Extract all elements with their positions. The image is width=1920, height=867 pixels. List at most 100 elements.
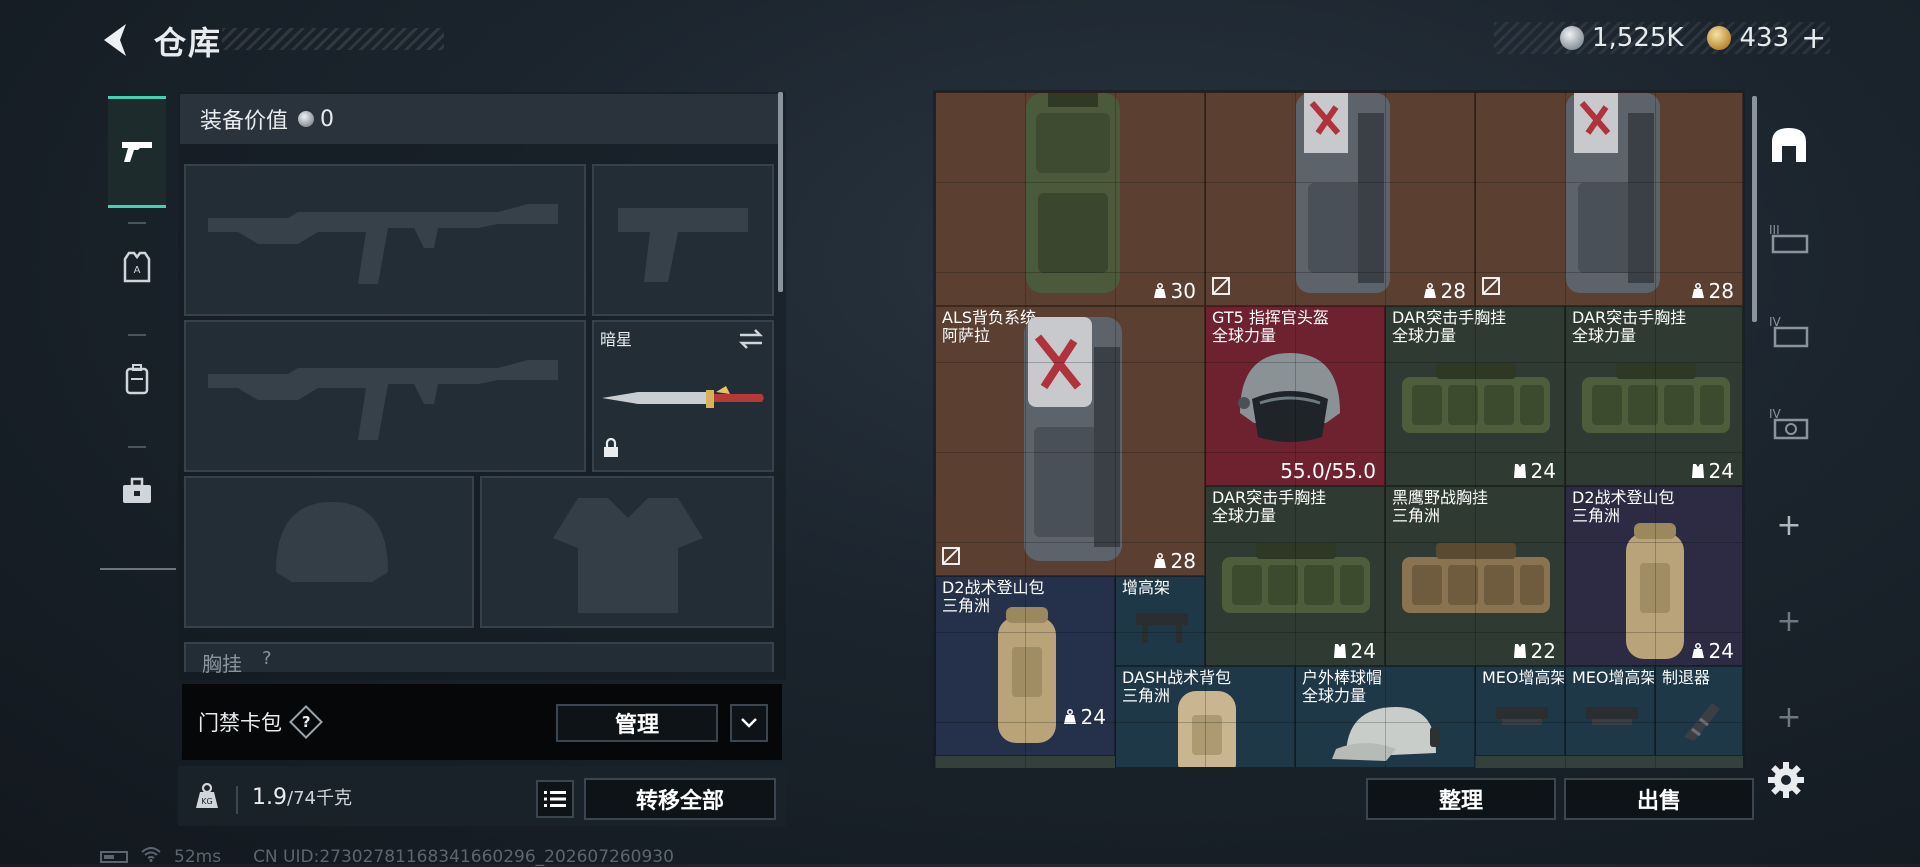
item-stat: 28 [1153, 549, 1196, 573]
keycard-label: 门禁卡包 [198, 711, 282, 735]
helmet-slot[interactable] [184, 476, 474, 628]
equipment-value-label: 装备价值 [200, 109, 289, 134]
stash-tab-4[interactable]: IV [1760, 290, 1818, 370]
primary-weapon-slot[interactable] [184, 164, 586, 316]
item-stat: 28 [1691, 279, 1734, 303]
rifle-silhouette-icon [208, 360, 558, 440]
tactical-backpack-icon [1566, 93, 1660, 293]
loadout-category-nav: A [100, 86, 176, 570]
swap-icon[interactable] [738, 328, 764, 354]
add-stash-tab-button[interactable]: + [1774, 700, 1804, 735]
no-insurance-icon [1482, 277, 1500, 299]
helmet-silhouette-icon [276, 502, 388, 582]
page-title: 仓库 [154, 24, 223, 62]
stash-item-als-backpack[interactable]: ALS背负系统 阿萨拉 28 [935, 306, 1205, 576]
nav-backpack-tab[interactable] [108, 326, 166, 436]
nav-weapons-tab[interactable] [108, 96, 166, 208]
stash-item-gt5-helmet[interactable]: GT5 指挥官头盔 全球力量 55.0/55.0 [1205, 306, 1385, 486]
cap-icon [1332, 707, 1440, 761]
stash-item-meo-riser[interactable]: MEO增高架 [1475, 666, 1565, 756]
weight-current: 1.9 [252, 785, 287, 810]
item-stat: 24 [1691, 459, 1734, 483]
item-stat: 28 [1423, 279, 1466, 303]
weight-icon [1423, 283, 1436, 298]
transfer-all-button[interactable]: 转移全部 [584, 778, 776, 820]
sidearm-slot[interactable] [592, 164, 774, 316]
item-stat: 22 [1513, 639, 1556, 663]
item-stat: 24 [1691, 639, 1734, 663]
armor-slot[interactable] [480, 476, 774, 628]
pistol-silhouette-icon [618, 208, 748, 282]
silver-currency-amount: 1,525K [1592, 23, 1684, 53]
item-stat: 24 [1063, 705, 1106, 729]
stash-tab-main[interactable] [1760, 104, 1818, 184]
chest-rig-icon [1402, 543, 1550, 613]
stash-home-icon [1772, 128, 1806, 162]
duffel-backpack-icon [998, 607, 1056, 743]
add-currency-button[interactable]: + [1801, 21, 1826, 56]
weight-icon [1063, 709, 1076, 724]
weight-icon [1691, 283, 1704, 298]
tactical-backpack-icon [1026, 93, 1120, 293]
no-insurance-icon [1212, 277, 1230, 299]
manage-button[interactable]: 管理 [556, 704, 718, 742]
chest-rig-slot[interactable]: 胸挂 ? [184, 642, 774, 676]
vest-icon [1513, 464, 1526, 478]
vest-icon [1691, 464, 1704, 478]
stash-item-backpack-green[interactable]: 30 [935, 92, 1205, 306]
stash-tab-4-alt[interactable]: IV [1760, 382, 1818, 462]
stash-item-d2-backpack[interactable]: D2战术登山包 三角洲 24 [935, 576, 1115, 756]
chest-rig-icon [1402, 363, 1550, 433]
stash-item-backpack-grey[interactable]: 28 [1205, 92, 1475, 306]
keycard-dropdown-button[interactable] [730, 704, 768, 742]
stash-item-meo-riser[interactable]: MEO增高架 [1565, 666, 1655, 756]
stash-item-d2-backpack[interactable]: D2战术登山包 三角洲 24 [1565, 486, 1743, 666]
stash-item-dar-chest-rig[interactable]: DAR突击手胸挂 全球力量 24 [1385, 306, 1565, 486]
currency-display: 1,525K 433 + [1494, 21, 1830, 56]
item-name: MEO增高架 [1572, 668, 1655, 687]
add-stash-tab-button[interactable]: + [1774, 604, 1804, 639]
vest-icon [1333, 644, 1346, 658]
weight-icon [1153, 283, 1166, 298]
item-stat: 24 [1333, 639, 1376, 663]
chest-rig-icon [1222, 543, 1370, 613]
no-insurance-icon [942, 547, 960, 569]
weight-readout: 1.9/74千克 [252, 784, 352, 810]
stash-item-dar-chest-rig[interactable]: DAR突击手胸挂 全球力量 24 [1565, 306, 1743, 486]
item-name: DAR突击手胸挂 全球力量 [1392, 308, 1507, 345]
toolbox-icon [121, 477, 153, 509]
stash-tab-3[interactable]: III [1760, 198, 1818, 278]
sell-button[interactable]: 出售 [1564, 778, 1754, 820]
item-stat: 24 [1513, 459, 1556, 483]
stash-item-dar-chest-rig[interactable]: DAR突击手胸挂 全球力量 24 [1205, 486, 1385, 666]
help-icon[interactable]: ? [289, 705, 323, 739]
stash-item-dash-backpack[interactable]: DASH战术背包 三角洲 [1115, 666, 1295, 768]
stash-scrollbar[interactable] [1752, 96, 1757, 322]
weight-icon: KG [194, 782, 220, 814]
item-name: 增高架 [1122, 578, 1171, 597]
item-name: GT5 指挥官头盔 全球力量 [1212, 308, 1329, 345]
melee-slot[interactable]: 暗星 [592, 320, 774, 472]
stash-item-riser[interactable]: 增高架 [1115, 576, 1205, 666]
settings-gear-icon[interactable] [1766, 760, 1806, 800]
battery-icon [100, 850, 128, 863]
nav-toolbox-tab[interactable] [108, 438, 166, 548]
add-stash-tab-button[interactable]: + [1774, 508, 1804, 543]
secondary-weapon-slot[interactable] [184, 320, 586, 472]
nav-armor-tab[interactable]: A [108, 214, 166, 324]
stash-item-muzzle-brake[interactable]: 制退器 [1655, 666, 1743, 756]
back-arrow-icon[interactable] [98, 20, 132, 60]
help-icon[interactable]: ? [262, 648, 272, 669]
stash-item-blackhawk-chest-rig[interactable]: 黑鹰野战胸挂 三角洲 22 [1385, 486, 1565, 666]
stash-item-backpack-grey[interactable]: 28 [1475, 92, 1743, 306]
item-name: 制退器 [1662, 668, 1711, 687]
equipment-value-bar: 装备价值 0 [180, 94, 778, 144]
knife-icon [602, 386, 764, 408]
lock-icon [602, 437, 620, 462]
list-view-button[interactable] [536, 780, 574, 818]
loadout-scrollbar[interactable] [778, 92, 783, 292]
backpack-icon [124, 363, 150, 399]
silver-coin-icon [298, 111, 315, 127]
stash-item-baseball-cap[interactable]: 户外棒球帽 全球力量 [1295, 666, 1475, 768]
organize-button[interactable]: 整理 [1366, 778, 1556, 820]
